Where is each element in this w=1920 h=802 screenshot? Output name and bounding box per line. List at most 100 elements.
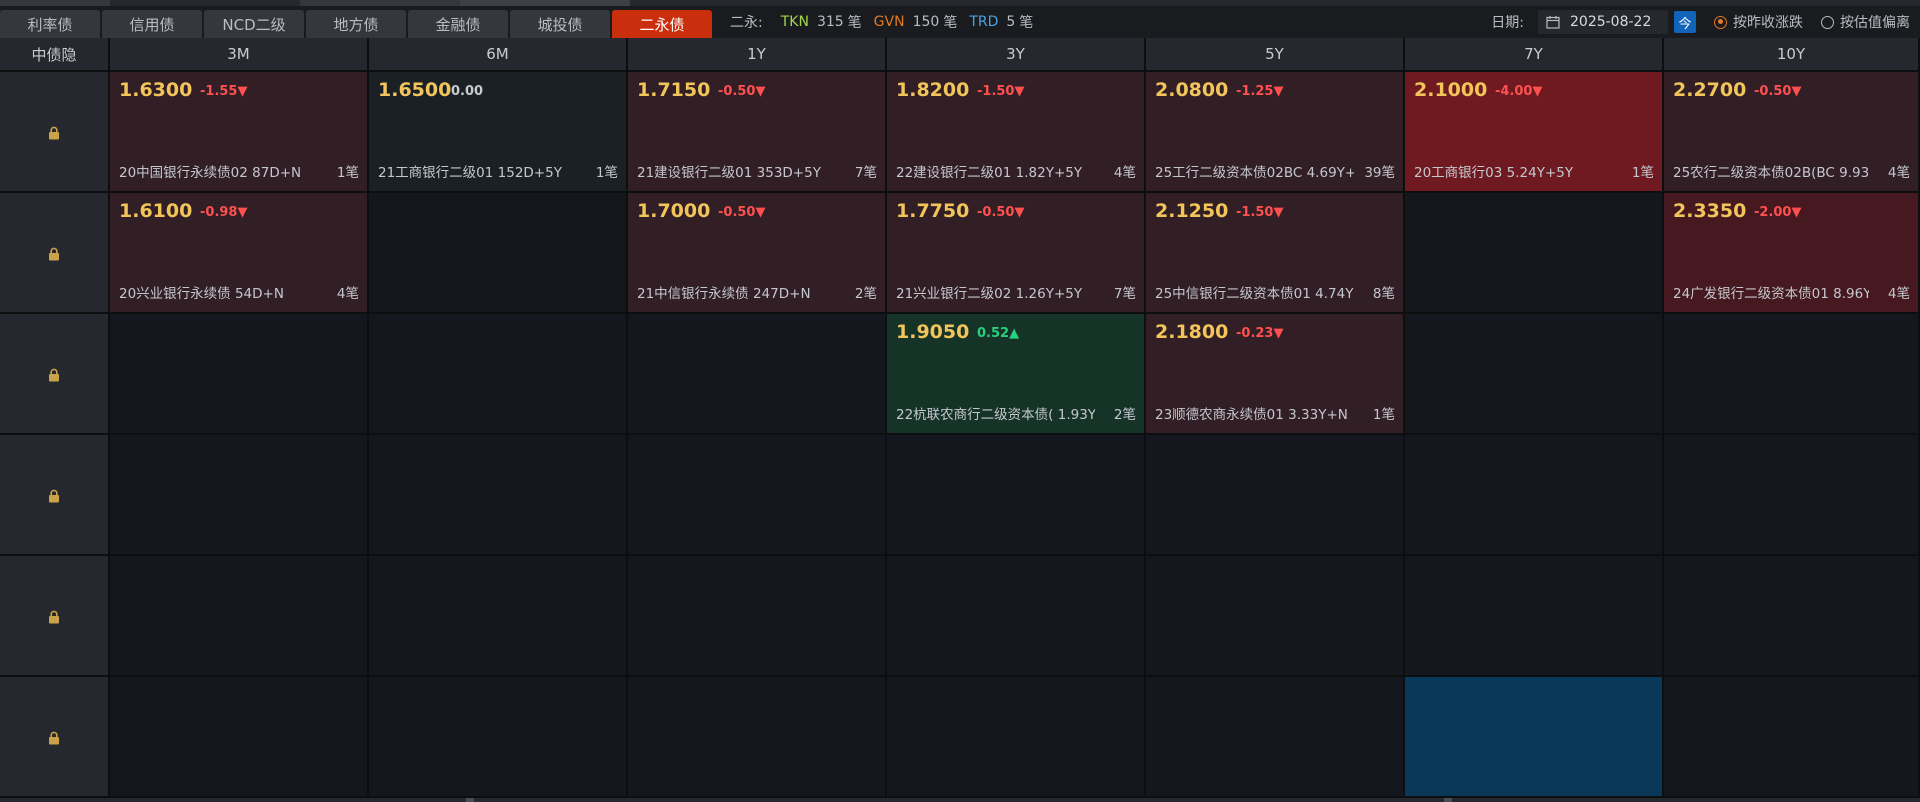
- empty-cell[interactable]: [110, 677, 369, 798]
- tab-1[interactable]: 信用债: [102, 10, 202, 38]
- column-header-7y: 7Y: [1405, 38, 1664, 72]
- quote-cell[interactable]: 2.2700 -0.50▼ 25农行二级资本债02B(BC 9.93Y+5Y 4笔: [1664, 72, 1920, 193]
- tab-3[interactable]: 地方债: [306, 10, 406, 38]
- tab-0[interactable]: 利率债: [0, 10, 100, 38]
- empty-cell[interactable]: [1405, 193, 1664, 314]
- empty-cell[interactable]: [369, 435, 628, 556]
- trade-count: 4笔: [1113, 165, 1136, 181]
- lock-icon[interactable]: [48, 246, 60, 260]
- quote-cell[interactable]: 2.1800 -0.23▼ 23顺德农商永续债01 3.33Y+N 1笔: [1146, 314, 1405, 435]
- lock-icon[interactable]: [48, 609, 60, 623]
- quote-cell[interactable]: 1.8200 -1.50▼ 22建设银行二级01 1.82Y+5Y 4笔: [887, 72, 1146, 193]
- today-button[interactable]: 今: [1674, 11, 1696, 33]
- quote-cell[interactable]: 2.1250 -1.50▼ 25中信银行二级资本债01 4.74Y+5Y 8笔: [1146, 193, 1405, 314]
- yield-change: -1.50▼: [977, 84, 1025, 99]
- quote-cell[interactable]: 1.6300 -1.55▼ 20中国银行永续债02 87D+N 1笔: [110, 72, 369, 193]
- empty-cell[interactable]: [1146, 677, 1405, 798]
- empty-cell[interactable]: [628, 556, 887, 677]
- radio-indicator-icon: [1714, 15, 1727, 29]
- scrollbar-marker[interactable]: [466, 798, 474, 802]
- column-header-3y: 3Y: [887, 38, 1146, 72]
- column-header-10y: 10Y: [1664, 38, 1920, 72]
- empty-cell[interactable]: [628, 435, 887, 556]
- column-header-3m: 3M: [110, 38, 369, 72]
- quote-cell[interactable]: 1.7000 -0.50▼ 21中信银行永续债 247D+N 2笔: [628, 193, 887, 314]
- empty-cell[interactable]: [110, 435, 369, 556]
- column-header-6m: 6M: [369, 38, 628, 72]
- column-header-5y: 5Y: [1146, 38, 1405, 72]
- radio-label: 按估值偏离: [1840, 15, 1910, 31]
- bond-name: 21建设银行二级01 353D+5Y: [637, 165, 821, 181]
- empty-cell[interactable]: [1664, 677, 1920, 798]
- row-lock-header[interactable]: [0, 435, 110, 556]
- empty-cell[interactable]: [110, 314, 369, 435]
- bond-name: 25农行二级资本债02B(BC 9.93Y+5Y: [1673, 165, 1869, 181]
- empty-cell[interactable]: [369, 556, 628, 677]
- empty-cell[interactable]: [1405, 435, 1664, 556]
- empty-cell[interactable]: [887, 435, 1146, 556]
- trade-count: 4笔: [336, 286, 359, 302]
- date-value: 2025-08-22: [1570, 14, 1652, 30]
- bond-name: 20中国银行永续债02 87D+N: [119, 165, 302, 181]
- toolbar-right: 日期: 2025-08-22 今 按昨收涨跌 按估值偏离: [1491, 6, 1920, 38]
- stat-code-trd: TRD: [969, 14, 999, 30]
- tab-4[interactable]: 金融债: [408, 10, 508, 38]
- quote-cell[interactable]: 1.7150 -0.50▼ 21建设银行二级01 353D+5Y 7笔: [628, 72, 887, 193]
- row-lock-header[interactable]: [0, 193, 110, 314]
- empty-cell[interactable]: [887, 556, 1146, 677]
- stat-count-gvn: 150: [912, 14, 940, 30]
- trade-count: 39笔: [1364, 165, 1395, 181]
- yield-value: 2.0800: [1155, 79, 1229, 101]
- horizontal-scrollbar[interactable]: [0, 798, 1920, 802]
- empty-cell[interactable]: [1664, 435, 1920, 556]
- bond-name: 25工行二级资本债02BC 4.69Y+5Y: [1155, 165, 1354, 181]
- quote-cell[interactable]: 1.7750 -0.50▼ 21兴业银行二级02 1.26Y+5Y 7笔: [887, 193, 1146, 314]
- yield-value: 2.1000: [1414, 79, 1488, 101]
- empty-cell[interactable]: [110, 556, 369, 677]
- row-lock-header[interactable]: [0, 314, 110, 435]
- empty-cell[interactable]: [628, 314, 887, 435]
- quote-cell[interactable]: 1.6100 -0.98▼ 20兴业银行永续债 54D+N 4笔: [110, 193, 369, 314]
- quote-cell[interactable]: 1.6500 0.00 21工商银行二级01 152D+5Y 1笔: [369, 72, 628, 193]
- yield-change: -0.50▼: [1754, 84, 1802, 99]
- mode-radio-1[interactable]: 按估值偏离: [1821, 12, 1910, 32]
- mode-radio-0[interactable]: 按昨收涨跌: [1714, 12, 1803, 32]
- date-picker[interactable]: 2025-08-22: [1538, 10, 1668, 34]
- lock-icon[interactable]: [48, 367, 60, 381]
- quote-cell[interactable]: 1.9050 0.52▲ 22杭联农商行二级资本债( 1.93Y+5Y 2笔: [887, 314, 1146, 435]
- yield-change: 0.52▲: [977, 326, 1020, 341]
- empty-cell[interactable]: [1405, 314, 1664, 435]
- tab-6[interactable]: 二永债: [612, 10, 712, 38]
- empty-cell[interactable]: [369, 314, 628, 435]
- quote-cell[interactable]: 2.0800 -1.25▼ 25工行二级资本债02BC 4.69Y+5Y 39笔: [1146, 72, 1405, 193]
- lock-icon[interactable]: [48, 125, 60, 139]
- empty-cell[interactable]: [628, 677, 887, 798]
- yield-change: -0.98▼: [200, 205, 248, 220]
- yield-value: 1.8200: [896, 79, 970, 101]
- quote-cell[interactable]: 2.1000 -4.00▼ 20工商银行03 5.24Y+5Y 1笔: [1405, 72, 1664, 193]
- empty-cell[interactable]: [887, 677, 1146, 798]
- yield-value: 2.1800: [1155, 321, 1229, 343]
- empty-cell[interactable]: [369, 193, 628, 314]
- empty-cell[interactable]: [1146, 556, 1405, 677]
- bond-name: 24广发银行二级资本债01 8.96Y+5Y: [1673, 286, 1869, 302]
- empty-cell[interactable]: [1664, 556, 1920, 677]
- selected-cell[interactable]: [1405, 677, 1664, 798]
- tab-2[interactable]: NCD二级: [204, 10, 304, 38]
- trade-count: 8笔: [1372, 286, 1395, 302]
- empty-cell[interactable]: [1664, 314, 1920, 435]
- row-lock-header[interactable]: [0, 556, 110, 677]
- yield-change: -4.00▼: [1495, 84, 1543, 99]
- scrollbar-marker[interactable]: [1444, 798, 1452, 802]
- row-lock-header[interactable]: [0, 677, 110, 798]
- empty-cell[interactable]: [1405, 556, 1664, 677]
- empty-cell[interactable]: [369, 677, 628, 798]
- lock-icon[interactable]: [48, 730, 60, 744]
- lock-icon[interactable]: [48, 488, 60, 502]
- bond-name: 20工商银行03 5.24Y+5Y: [1414, 165, 1574, 181]
- trade-count: 1笔: [1631, 165, 1654, 181]
- empty-cell[interactable]: [1146, 435, 1405, 556]
- quote-cell[interactable]: 2.3350 -2.00▼ 24广发银行二级资本债01 8.96Y+5Y 4笔: [1664, 193, 1920, 314]
- row-lock-header[interactable]: [0, 72, 110, 193]
- tab-5[interactable]: 城投债: [510, 10, 610, 38]
